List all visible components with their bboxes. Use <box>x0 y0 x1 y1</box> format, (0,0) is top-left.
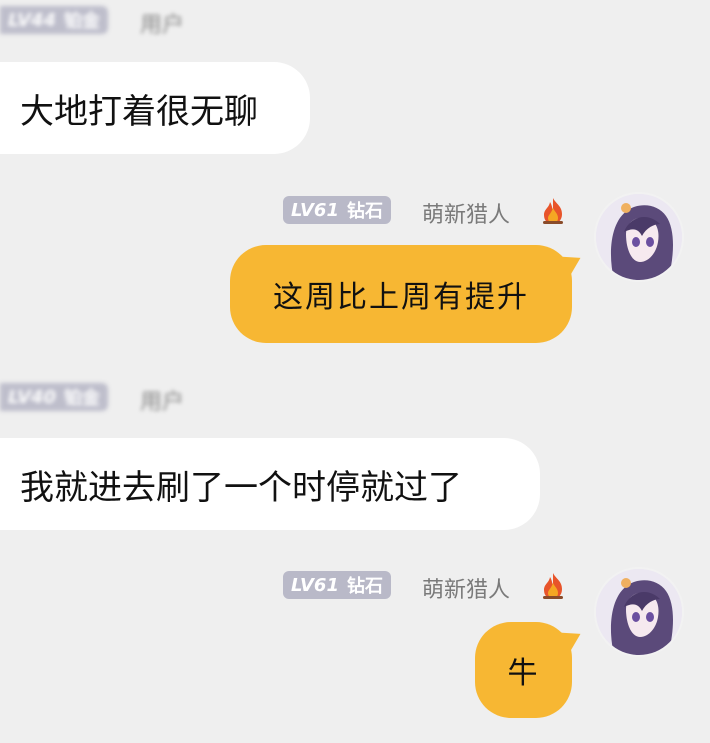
sender-avatar[interactable] <box>596 569 682 655</box>
level-text: LV44 <box>8 9 56 31</box>
sender-name: 用户 <box>140 390 185 415</box>
anime-girl-avatar-icon <box>596 569 682 655</box>
message-3-bubble[interactable]: 我就进去刷了一个时停就过了 <box>0 438 540 530</box>
message-1-bubble[interactable]: 大地打着很无聊 <box>0 62 310 154</box>
level-badge: LV61 钻石 <box>283 571 391 599</box>
fire-icon <box>543 573 563 599</box>
rank-text: 钻石 <box>346 201 383 222</box>
fire-icon <box>543 198 563 224</box>
message-text: 我就进去刷了一个时停就过了 <box>20 467 462 508</box>
rank-text: 铂金 <box>63 388 100 409</box>
level-badge: LV44 铂金 <box>0 6 108 34</box>
message-2-bubble[interactable]: 这周比上周有提升 <box>230 245 572 343</box>
message-text: 这周比上周有提升 <box>273 280 529 315</box>
rank-text: 铂金 <box>63 11 100 32</box>
sender-name[interactable]: 萌新猎人 <box>422 572 510 604</box>
sender-name[interactable]: 萌新猎人 <box>422 197 510 229</box>
level-text: LV61 <box>291 574 339 596</box>
rank-text: 钻石 <box>346 576 383 597</box>
level-badge: LV40 铂金 <box>0 383 108 411</box>
level-text: LV40 <box>8 386 56 408</box>
message-text: 大地打着很无聊 <box>20 91 258 132</box>
anime-girl-avatar-icon <box>596 194 682 280</box>
sender-name: 用户 <box>140 13 185 38</box>
sender-avatar[interactable] <box>596 194 682 280</box>
message-text: 牛 <box>507 656 540 691</box>
level-badge: LV61 钻石 <box>283 196 391 224</box>
level-text: LV61 <box>291 199 339 221</box>
